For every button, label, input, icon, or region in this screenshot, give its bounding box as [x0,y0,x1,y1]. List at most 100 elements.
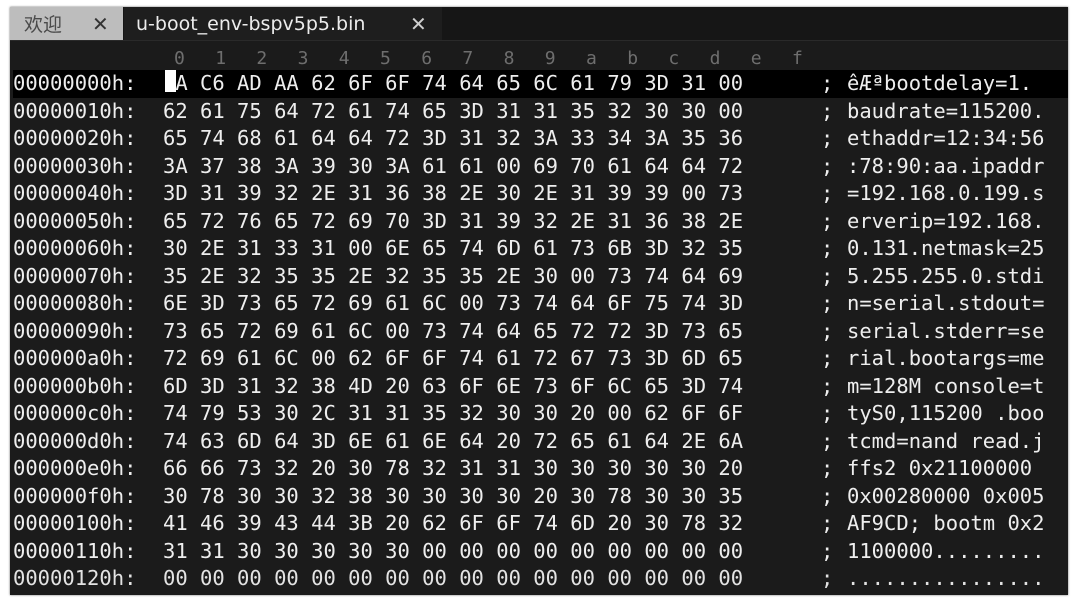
row-separator: ; [821,263,834,288]
tab-welcome-label: 欢迎 [24,14,63,36]
row-offset: 000000d0h: [13,428,137,453]
hex-row[interactable]: 000000c0h: 74 79 53 30 2C 31 31 35 32 30 … [13,400,1068,428]
row-hex-bytes[interactable]: 74 63 6D 64 3D 6E 61 6E 64 20 72 65 61 6… [163,428,743,456]
row-separator: ; [821,456,834,480]
row-separator: ; [821,483,834,508]
row-ascii[interactable]: AF9CD; bootm 0x2 [847,510,1044,538]
row-separator: ; [821,346,834,370]
row-offset: 00000050h: [13,208,137,233]
row-hex-bytes[interactable]: 66 66 73 32 20 30 78 32 31 31 30 30 30 3… [163,455,743,483]
row-ascii[interactable]: 0x00280000 0x005 [847,483,1044,511]
row-ascii[interactable]: :78:90:aa.ipaddr [847,153,1044,181]
row-offset: 000000f0h: [13,483,137,508]
row-hex-bytes[interactable]: 3A 37 38 3A 39 30 3A 61 61 00 69 70 61 6… [163,153,743,181]
row-ascii[interactable]: m=128M console=t [847,373,1044,401]
row-ascii[interactable]: erverip=192.168. [847,208,1044,236]
tab-bar: 欢迎 ✕ u-boot_env-bspv5p5.bin ✕ [10,7,1068,41]
hex-row[interactable]: 00000070h: 35 2E 32 35 35 2E 32 35 35 2E … [13,263,1068,291]
row-offset: 00000010h: [13,98,137,123]
row-separator: ; [821,98,834,123]
row-ascii[interactable]: êÆªbootdelay=1. [847,70,1032,98]
hex-row[interactable]: 00000040h: 3D 31 39 32 2E 31 36 38 2E 30 … [13,180,1068,208]
column-index: 6 [421,48,433,69]
column-index: b [627,48,639,69]
row-hex-bytes[interactable]: 35 2E 32 35 35 2E 32 35 35 2E 30 00 73 7… [163,263,743,291]
row-hex-bytes[interactable]: 73 65 72 69 61 6C 00 73 74 64 65 72 72 3… [163,318,743,346]
column-index: 3 [297,48,309,69]
column-index: 4 [338,48,350,69]
row-hex-bytes[interactable]: A C6 AD AA 62 6F 6F 74 64 65 6C 61 79 3D… [163,70,743,98]
tab-welcome[interactable]: 欢迎 ✕ [10,7,123,40]
row-hex-bytes[interactable]: 65 72 76 65 72 69 70 3D 31 39 32 2E 31 3… [163,208,743,236]
row-separator: ; [821,318,834,343]
hex-row[interactable]: 00000060h: 30 2E 31 33 31 00 6E 65 74 6D … [13,235,1068,263]
column-index: c [668,48,680,69]
row-hex-bytes[interactable]: 6D 3D 31 32 38 4D 20 63 6F 6E 73 6F 6C 6… [163,373,743,401]
hex-row[interactable]: 00000000h: A C6 AD AA 62 6F 6F 74 64 65 … [13,70,1068,98]
hex-row[interactable]: 000000f0h: 30 78 30 30 32 38 30 30 30 30 … [13,483,1068,511]
row-hex-bytes[interactable]: 74 79 53 30 2C 31 31 35 32 30 30 20 00 6… [163,400,743,428]
row-separator: ; [821,126,834,150]
close-icon[interactable]: ✕ [92,14,109,34]
row-hex-bytes[interactable]: 62 61 75 64 72 61 74 65 3D 31 31 35 32 3… [163,98,743,126]
row-hex-bytes[interactable]: 00 00 00 00 00 00 00 00 00 00 00 00 00 0… [163,565,743,593]
hex-row[interactable]: 00000010h: 62 61 75 64 72 61 74 65 3D 31 … [13,98,1068,126]
row-offset: 00000030h: [13,153,137,178]
row-ascii[interactable]: serial.stderr=se [847,318,1044,346]
hex-row[interactable]: 000000d0h: 74 63 6D 64 3D 6E 61 6E 64 20 … [13,428,1068,456]
column-index: e [750,48,762,69]
row-ascii[interactable]: 1100000......... [847,538,1044,566]
row-offset: 00000000h: [13,71,137,95]
row-hex-bytes[interactable]: 6E 3D 73 65 72 69 61 6C 00 73 74 64 6F 7… [163,290,743,318]
row-ascii[interactable]: n=serial.stdout= [847,290,1044,318]
hex-row[interactable]: 000000b0h: 6D 3D 31 32 38 4D 20 63 6F 6E … [13,373,1068,401]
column-index: 2 [256,48,268,69]
column-index: 5 [380,48,391,69]
row-ascii[interactable]: baudrate=115200. [847,98,1044,126]
row-hex-bytes[interactable]: 31 31 30 30 30 30 30 00 00 00 00 00 00 0… [163,538,743,566]
hex-row[interactable]: 00000100h: 41 46 39 43 44 3B 20 62 6F 6F … [13,510,1068,538]
row-separator: ; [821,373,834,398]
hex-row[interactable]: 00000050h: 65 72 76 65 72 69 70 3D 31 39 … [13,208,1068,236]
row-separator: ; [821,208,834,233]
row-offset: 00000100h: [13,511,137,535]
row-offset: 00000020h: [13,126,137,150]
row-offset: 00000110h: [13,538,137,563]
row-hex-bytes[interactable]: 3D 31 39 32 2E 31 36 38 2E 30 2E 31 39 3… [163,180,743,208]
row-ascii[interactable]: 5.255.255.0.stdi [847,263,1044,291]
row-separator: ; [821,153,834,178]
row-ascii[interactable]: ................ [847,565,1044,593]
hex-row[interactable]: 000000a0h: 72 69 61 6C 00 62 6F 6F 74 61 … [13,345,1068,373]
row-hex-bytes[interactable]: 72 69 61 6C 00 62 6F 6F 74 61 72 67 73 3… [163,345,743,373]
row-separator: ; [821,511,834,535]
hex-row[interactable]: 00000120h: 00 00 00 00 00 00 00 00 00 00 … [13,565,1068,593]
close-icon[interactable]: ✕ [410,14,427,34]
row-ascii[interactable]: 0.131.netmask=25 [847,235,1044,263]
hex-editor-window: 欢迎 ✕ u-boot_env-bspv5p5.bin ✕ 0 1 2 3 4 5 6 7 8 9… [10,7,1068,595]
hex-view[interactable]: 0 1 2 3 4 5 6 7 8 9 a b c d e f 00000000h: A C6 AD AA 6… [10,41,1068,595]
row-separator: ; [821,401,834,425]
hex-row[interactable]: 00000080h: 6E 3D 73 65 72 69 61 6C 00 73 … [13,290,1068,318]
row-hex-bytes[interactable]: 30 2E 31 33 31 00 6E 65 74 6D 61 73 6B 3… [163,235,743,263]
hex-row[interactable]: 00000020h: 65 74 68 61 64 64 72 3D 31 32 … [13,125,1068,153]
hex-row[interactable]: 00000090h: 73 65 72 69 61 6C 00 73 74 64 … [13,318,1068,346]
row-hex-bytes[interactable]: 41 46 39 43 44 3B 20 62 6F 6F 74 6D 20 3… [163,510,743,538]
hex-row[interactable]: 000000e0h: 66 66 73 32 20 30 78 32 31 31 … [13,455,1068,483]
hex-rows[interactable]: 00000000h: A C6 AD AA 62 6F 6F 74 64 65 … [13,70,1068,593]
row-ascii[interactable]: ffs2 0x21100000 [847,455,1044,483]
row-ascii[interactable]: tcmd=nand read.j [847,428,1044,456]
hex-row[interactable]: 00000030h: 3A 37 38 3A 39 30 3A 61 61 00 … [13,153,1068,181]
row-offset: 00000090h: [13,318,137,343]
row-hex-bytes[interactable]: 30 78 30 30 32 38 30 30 30 30 20 30 78 3… [163,483,743,511]
row-ascii[interactable]: =192.168.0.199.s [847,180,1044,208]
row-ascii[interactable]: tyS0,115200 .boo [847,400,1044,428]
row-ascii[interactable]: rial.bootargs=me [847,345,1044,373]
tab-file[interactable]: u-boot_env-bspv5p5.bin ✕ [124,7,442,40]
row-hex-bytes[interactable]: 65 74 68 61 64 64 72 3D 31 32 3A 33 34 3… [163,125,743,153]
row-separator: ; [821,291,834,315]
row-offset: 000000a0h: [13,346,137,370]
column-index: 0 [174,48,185,69]
row-ascii[interactable]: ethaddr=12:34:56 [847,125,1044,153]
hex-row[interactable]: 00000110h: 31 31 30 30 30 30 30 00 00 00 … [13,538,1068,566]
row-offset: 000000e0h: [13,456,137,480]
